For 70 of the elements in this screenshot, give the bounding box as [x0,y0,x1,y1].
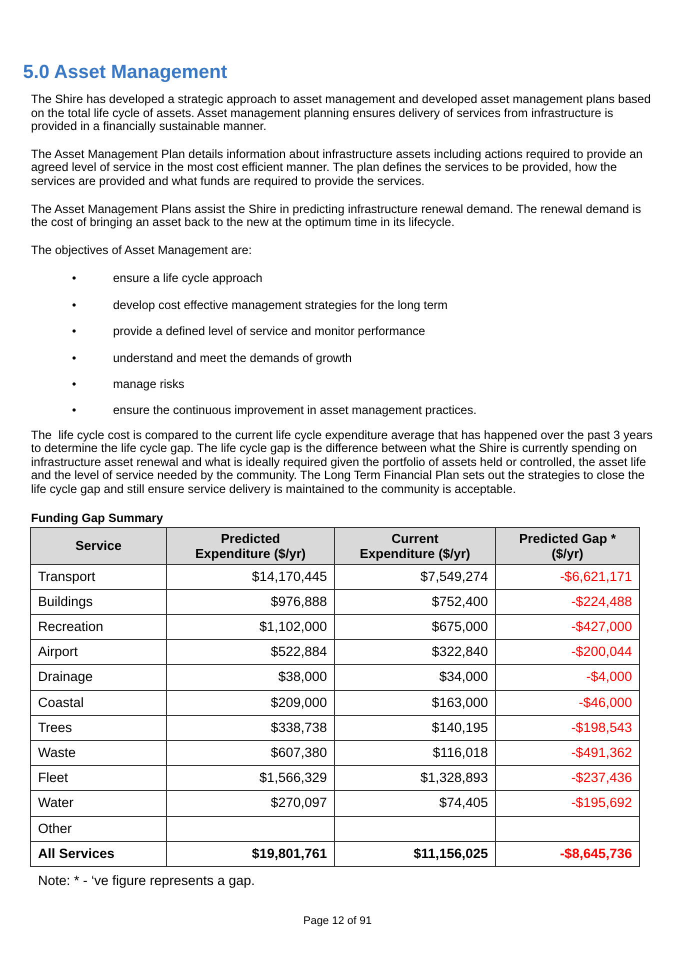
table-cell: $74,405 [334,790,496,816]
page-number: Page 12 of 91 [302,914,373,929]
table-cell: Drainage [30,664,166,690]
paragraph: The objectives of Asset Management are: [31,244,253,258]
table-cell: $209,000 [166,690,334,716]
bullet: • [71,324,78,338]
table-cell: Other [30,816,166,842]
list-item-text: ensure the continuous improvement in asset management practices. [113,403,477,418]
table-cell: -$4,000 [496,664,640,690]
table-cell: -$6,621,171 [496,564,640,590]
bullet: • [71,403,78,418]
column-header: Current Expenditure ($/yr) [334,527,496,564]
column-header: Predicted Expenditure ($/yr) [166,527,334,564]
table-cell: -$198,543 [496,715,640,740]
table-cell: Airport [30,640,166,665]
list-item-text: ensure a life cycle approach [113,271,262,286]
table-cell: $38,000 [166,664,334,690]
list-item-text: provide a defined level of service and monitor performance [113,324,426,338]
paragraph: The Asset Management Plan details information about infrastructure assets including actions required to provide an agreed level of service in the most cost efficient manner. The plan defines the services to be provided, how the services are provided and what funds are required to provide the services. [31,148,644,189]
table-cell: -$427,000 [496,614,640,640]
table-cell: $522,884 [166,640,334,665]
table-cell: -$491,362 [496,740,640,766]
table-cell: Fleet [30,766,166,791]
list-item-text: manage risks [113,376,184,391]
table-cell: Recreation [30,614,166,640]
bullet: • [71,298,78,312]
table-cell: $163,000 [334,690,496,716]
column-header: Service [30,527,166,564]
table-title: Funding Gap Summary [31,510,164,525]
bullet: • [71,376,78,391]
paragraph: The Shire has developed a strategic approach to asset management and developed asset management plans based on the total life cycle of assets. Asset management planning ensures delivery of services from infrastructure is provided in a financially sustainable manner. [31,93,652,134]
table-cell: Trees [30,715,166,740]
bullet: • [71,271,78,286]
table-cell: $607,380 [166,740,334,766]
table-cell: $1,566,329 [166,766,334,791]
table-cell: -$200,044 [496,640,640,665]
table-cell: -$237,436 [496,766,640,791]
section-heading: 5.0 Asset Management [23,62,228,84]
table-cell: $14,170,445 [166,564,334,590]
table-cell: $34,000 [334,664,496,690]
table-cell: $1,328,893 [334,766,496,791]
table-cell: Coastal [30,690,166,716]
column-header: Predicted Gap * ($/yr) [496,527,640,564]
table-cell: $116,018 [334,740,496,766]
table-cell: All Services [30,841,166,866]
table-cell: -$8,645,736 [496,841,640,866]
table-cell: -$46,000 [496,690,640,716]
table-cell: $19,801,761 [166,841,334,866]
table-cell: -$195,692 [496,790,640,816]
table-cell: $338,738 [166,715,334,740]
table-cell: $270,097 [166,790,334,816]
table-cell: $976,888 [166,589,334,615]
bullet: • [71,350,78,365]
paragraph: The life cycle cost is compared to the current life cycle expenditure average that has happened over the past 3 years to determine the life cycle gap. The life cycle gap is the difference between what the Shire is currently spending on infrastructure asset renewal and what is ideally required given the portfolio of assets held or controlled, the asset life and the level of service needed by the community. The Long Term Financial Plan sets out the strategies to close the life cycle gap and still ensure service delivery is maintained to the community is acceptable. [31,428,654,497]
table-cell: Water [30,790,166,816]
table-cell: $1,102,000 [166,614,334,640]
table-cell: $140,195 [334,715,496,740]
table-cell: $675,000 [334,614,496,640]
table-cell: Waste [30,740,166,766]
list-item-text: understand and meet the demands of growth [113,350,352,365]
list-item-text: develop cost effective management strategies for the long term [113,298,448,312]
paragraph: The Asset Management Plans assist the Shire in predicting infrastructure renewal demand. The renewal demand is the cost of bringing an asset back to the new at the optimum time in its lifecycle. [31,202,642,230]
table-note: Note: * - ‘ve figure represents a gap. [38,872,256,890]
table-cell: $322,840 [334,640,496,665]
table-cell: -$224,488 [496,589,640,615]
table-cell: $11,156,025 [334,841,496,866]
table-cell: Buildings [30,589,166,615]
table-cell: $752,400 [334,589,496,615]
table-cell: Transport [30,564,166,590]
table-cell: $7,549,274 [334,564,496,590]
